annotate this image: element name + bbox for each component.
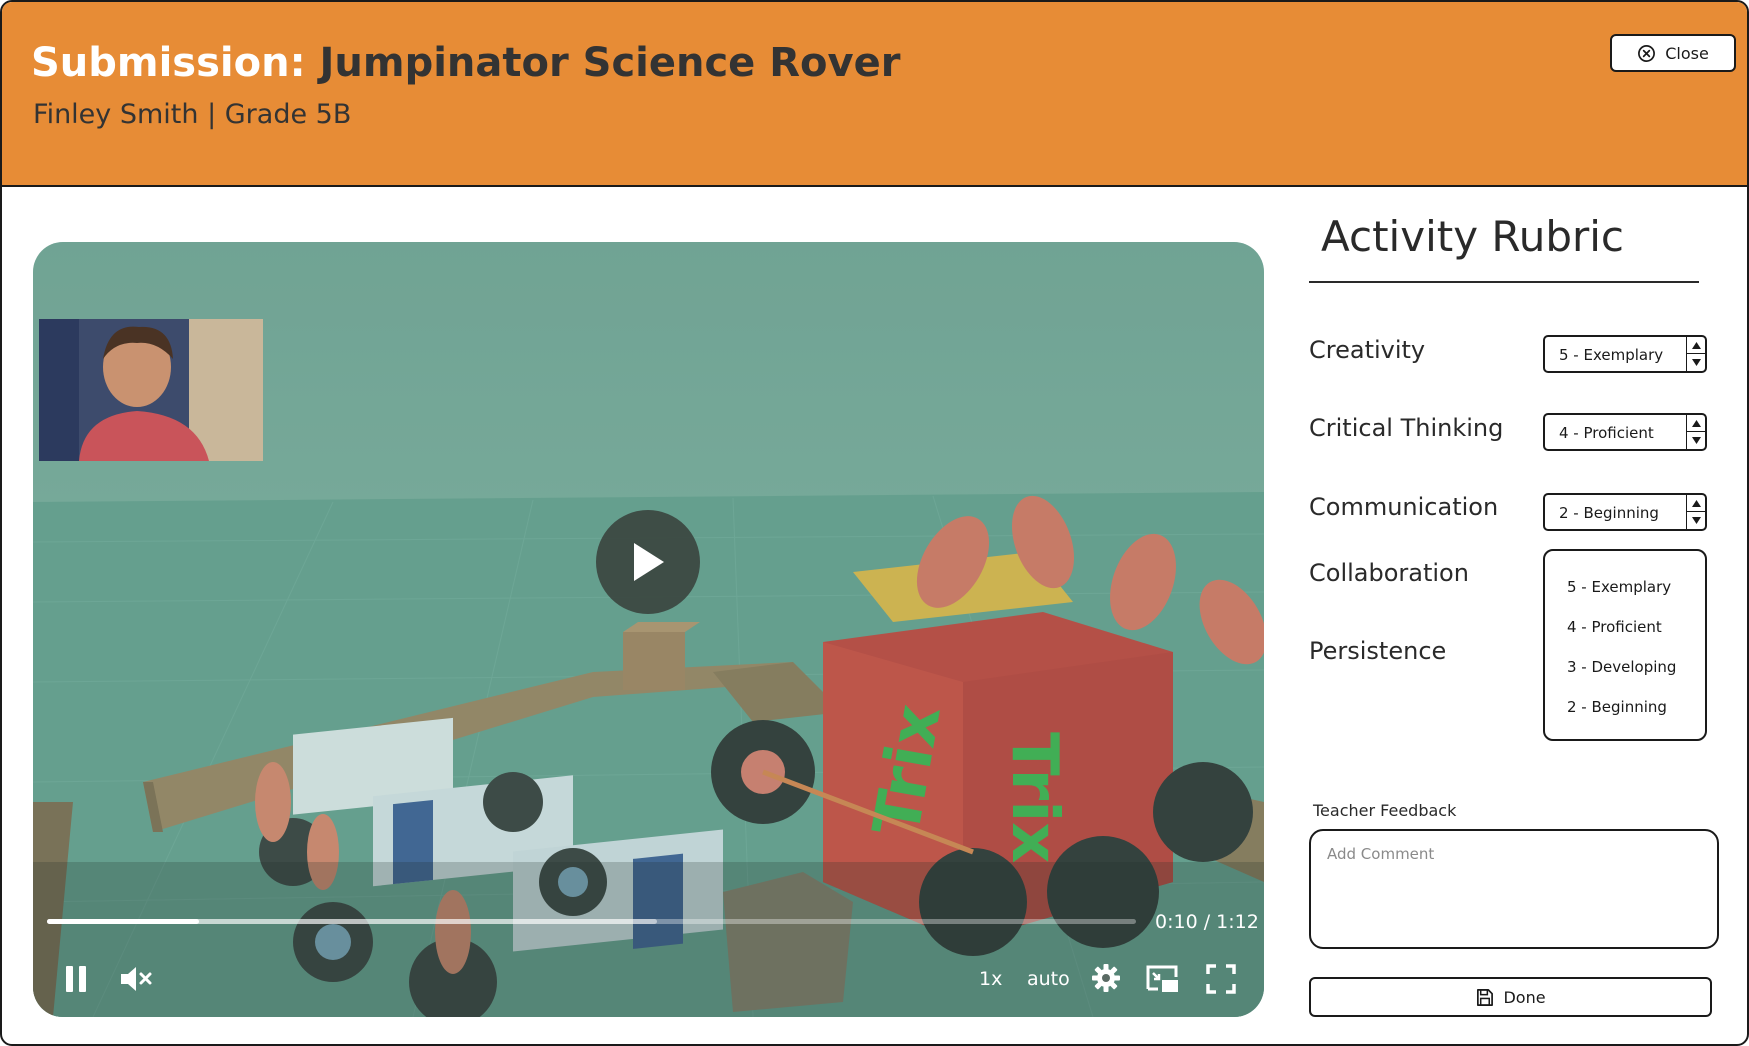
modal-header: Submission: Jumpinator Science Rover Fin…: [2, 2, 1747, 187]
increment-button[interactable]: [1687, 415, 1705, 432]
selected-value: 2 - Beginning: [1559, 504, 1659, 522]
save-icon: [1477, 988, 1494, 1006]
pause-button[interactable]: [63, 964, 89, 998]
caret-up-icon: [1691, 341, 1701, 349]
done-button[interactable]: Done: [1309, 977, 1712, 1017]
dropdown-option[interactable]: 5 - Exemplary: [1567, 578, 1671, 596]
decrement-button[interactable]: [1687, 512, 1705, 529]
communication-score-select[interactable]: 2 - Beginning: [1543, 493, 1707, 531]
increment-button[interactable]: [1687, 495, 1705, 512]
dropdown-option[interactable]: 3 - Developing: [1567, 658, 1676, 676]
mute-icon: [121, 967, 152, 991]
gear-icon: [1092, 964, 1120, 992]
title-prefix: Submission:: [31, 40, 306, 86]
collaboration-score-dropdown[interactable]: 5 - Exemplary 4 - Proficient 3 - Develop…: [1543, 549, 1707, 741]
project-name: Jumpinator Science Rover: [319, 40, 901, 86]
caret-down-icon: [1691, 437, 1701, 444]
selected-value: 4 - Proficient: [1559, 424, 1654, 442]
increment-button[interactable]: [1687, 337, 1705, 354]
play-icon: [634, 543, 664, 581]
teacher-feedback-label: Teacher Feedback: [1313, 801, 1457, 820]
fullscreen-icon: [1206, 964, 1236, 994]
caret-up-icon: [1691, 419, 1701, 427]
fullscreen-button[interactable]: [1206, 964, 1236, 998]
creativity-score-select[interactable]: 5 - Exemplary: [1543, 335, 1707, 373]
student-info: Finley Smith | Grade 5B: [33, 99, 352, 130]
dropdown-option[interactable]: 4 - Proficient: [1567, 618, 1662, 636]
playback-speed[interactable]: 1x: [979, 968, 1002, 990]
mute-button[interactable]: [119, 964, 153, 998]
settings-button[interactable]: [1091, 963, 1121, 997]
time-display: 0:10 / 1:12: [1155, 911, 1259, 933]
rubric-divider: [1309, 281, 1699, 283]
decrement-button[interactable]: [1687, 354, 1705, 371]
caret-down-icon: [1691, 517, 1701, 524]
dropdown-option[interactable]: 2 - Beginning: [1567, 698, 1667, 716]
criterion-label-communication: Communication: [1309, 493, 1499, 521]
teacher-feedback-input[interactable]: [1309, 829, 1719, 949]
criterion-label-creativity: Creativity: [1309, 336, 1426, 364]
progress-fill: [47, 919, 200, 924]
page-title: Submission: Jumpinator Science Rover: [31, 40, 900, 86]
criterion-label-collaboration: Collaboration: [1309, 559, 1469, 587]
webcam-image: [39, 319, 263, 461]
stepper-arrows: [1686, 495, 1705, 529]
caret-up-icon: [1691, 499, 1701, 507]
play-button[interactable]: [596, 510, 700, 614]
rubric-title: Activity Rubric: [1321, 212, 1625, 261]
stepper-arrows: [1686, 415, 1705, 449]
caret-down-icon: [1691, 359, 1701, 366]
quality-selector[interactable]: auto: [1027, 968, 1070, 990]
webcam-overlay: [39, 319, 263, 461]
critical-thinking-score-select[interactable]: 4 - Proficient: [1543, 413, 1707, 451]
video-player[interactable]: Trix Trix: [33, 242, 1264, 1017]
close-circle-icon: [1638, 44, 1656, 62]
picture-in-picture-icon: [1146, 965, 1178, 992]
close-button[interactable]: Close: [1610, 34, 1736, 72]
pause-icon: [66, 966, 86, 992]
criterion-label-persistence: Persistence: [1309, 637, 1447, 665]
criterion-label-critical-thinking: Critical Thinking: [1309, 414, 1504, 442]
close-label: Close: [1665, 43, 1709, 63]
video-progress-bar[interactable]: [47, 919, 1136, 924]
selected-value: 5 - Exemplary: [1559, 346, 1664, 364]
stepper-arrows: [1686, 337, 1705, 371]
submission-modal: Submission: Jumpinator Science Rover Fin…: [0, 0, 1749, 1046]
decrement-button[interactable]: [1687, 432, 1705, 449]
done-label: Done: [1503, 987, 1546, 1007]
picture-in-picture-button[interactable]: [1144, 963, 1180, 999]
